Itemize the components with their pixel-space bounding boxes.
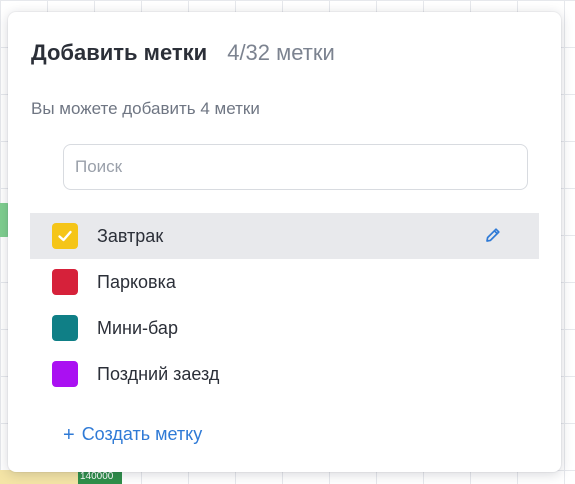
tag-label: Парковка: [97, 271, 176, 292]
tag-list: Завтрак Парковка Мини-бар Поздний заезд: [30, 213, 539, 397]
tag-item-late-checkin[interactable]: Поздний заезд: [30, 351, 539, 397]
tag-item-parking[interactable]: Парковка: [30, 259, 539, 305]
tag-item-breakfast[interactable]: Завтрак: [30, 213, 539, 259]
create-tag-label: Создать метку: [81, 424, 203, 444]
pencil-icon[interactable]: [483, 225, 503, 245]
tag-label: Мини-бар: [97, 317, 178, 338]
tag-checkbox[interactable]: [52, 223, 78, 249]
tag-item-minibar[interactable]: Мини-бар: [30, 305, 539, 351]
tag-checkbox[interactable]: [52, 269, 78, 295]
tag-label: Завтрак: [97, 225, 164, 246]
search-input[interactable]: [64, 145, 527, 189]
tag-label: Поздний заезд: [97, 363, 220, 384]
background-price-chip: 140000: [78, 470, 122, 484]
search-field: [63, 144, 528, 190]
tag-counter: 4/32 метки: [227, 40, 335, 65]
popover-subtitle: Вы можете добавить 4 метки: [31, 99, 260, 118]
popover-title: Добавить метки: [31, 40, 208, 65]
plus-icon: +: [63, 423, 75, 446]
popover-header: Добавить метки 4/32 метки: [31, 40, 335, 66]
tag-checkbox[interactable]: [52, 315, 78, 341]
tag-checkbox[interactable]: [52, 361, 78, 387]
background-event-chip: [0, 470, 78, 484]
create-tag-button[interactable]: + Создать метку: [63, 424, 202, 445]
add-tags-popover: Добавить метки 4/32 метки Вы можете доба…: [8, 12, 561, 472]
checkmark-icon: [58, 230, 72, 242]
